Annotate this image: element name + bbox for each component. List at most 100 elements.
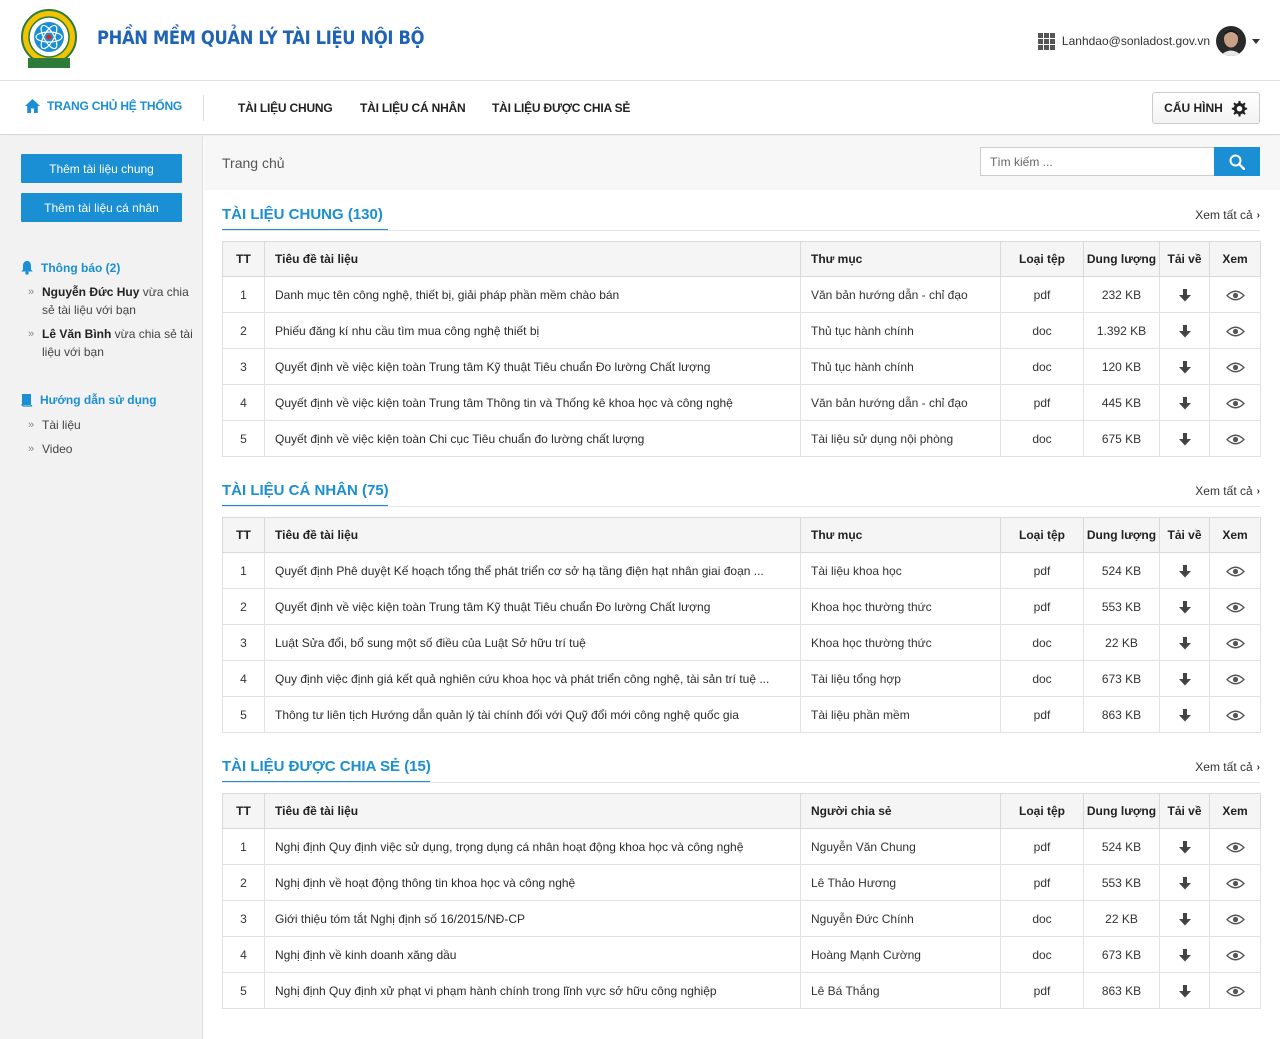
doc-title[interactable]: Quy định việc định giá kết quả nghiên cứ… (264, 660, 801, 697)
eye-icon[interactable] (1225, 362, 1245, 373)
download-icon[interactable] (1178, 396, 1191, 410)
eye-icon[interactable] (1225, 710, 1245, 721)
eye-icon[interactable] (1225, 674, 1245, 685)
doc-title[interactable]: Giới thiệu tóm tắt Nghị định số 16/2015/… (264, 900, 801, 937)
download-cell[interactable] (1159, 864, 1210, 901)
doc-title[interactable]: Thông tư liên tịch Hướng dẫn quản lý tài… (264, 696, 801, 733)
download-cell[interactable] (1159, 972, 1210, 1009)
search-button[interactable] (1214, 147, 1260, 176)
download-icon[interactable] (1178, 564, 1191, 578)
view-cell[interactable] (1209, 864, 1261, 901)
see-all-link[interactable]: Xem tất cả › (1195, 484, 1260, 498)
user-menu[interactable]: Lanhdao@sonladost.gov.vn (1037, 25, 1260, 57)
notification-item[interactable]: » Nguyễn Đức Huy vừa chia sẻ tài liệu vớ… (28, 283, 193, 319)
view-cell[interactable] (1209, 936, 1261, 973)
download-icon[interactable] (1178, 324, 1191, 338)
download-icon[interactable] (1178, 984, 1191, 998)
download-icon[interactable] (1178, 672, 1191, 686)
doc-title[interactable]: Quyết định về việc kiện toàn Chi cục Tiê… (264, 420, 801, 457)
view-cell[interactable] (1209, 696, 1261, 733)
config-button[interactable]: CẤU HÌNH (1152, 92, 1260, 124)
view-cell[interactable] (1209, 972, 1261, 1009)
view-cell[interactable] (1209, 384, 1261, 421)
nav-item-tai-lieu-ca-nhan[interactable]: TÀI LIỆU CÁ NHÂN (360, 101, 466, 115)
eye-icon[interactable] (1225, 914, 1245, 925)
doc-title[interactable]: Nghị định về hoạt động thông tin khoa họ… (264, 864, 801, 901)
guide-item-tai-lieu[interactable]: » Tài liệu (28, 416, 193, 434)
avatar[interactable] (1216, 26, 1246, 56)
doc-title[interactable]: Nghị định về kinh doanh xăng dầu (264, 936, 801, 973)
doc-title[interactable]: Luật Sửa đổi, bổ sung một số điều của Lu… (264, 624, 801, 661)
doc-title[interactable]: Phiếu đăng kí nhu cầu tìm mua công nghệ … (264, 312, 801, 349)
doc-title[interactable]: Quyết định Phê duyệt Kế hoạch tổng thể p… (264, 552, 801, 589)
view-cell[interactable] (1209, 312, 1261, 349)
download-cell[interactable] (1159, 624, 1210, 661)
download-cell[interactable] (1159, 348, 1210, 385)
view-cell[interactable] (1209, 276, 1261, 313)
download-cell[interactable] (1159, 936, 1210, 973)
nav-item-tai-lieu-chia-se[interactable]: TÀI LIỆU ĐƯỢC CHIA SẺ (492, 101, 630, 115)
eye-icon[interactable] (1225, 398, 1245, 409)
download-icon[interactable] (1178, 288, 1191, 302)
see-all-link[interactable]: Xem tất cả › (1195, 208, 1260, 222)
doc-title[interactable]: Quyết định về việc kiện toàn Trung tâm K… (264, 348, 801, 385)
notification-item[interactable]: » Lê Văn Bình vừa chia sẻ tài liệu với b… (28, 325, 193, 361)
guide-item-video[interactable]: » Video (28, 440, 193, 458)
download-icon[interactable] (1178, 432, 1191, 446)
doc-title[interactable]: Danh mục tên công nghệ, thiết bị, giải p… (264, 276, 801, 313)
download-cell[interactable] (1159, 552, 1210, 589)
download-cell[interactable] (1159, 384, 1210, 421)
eye-icon[interactable] (1225, 290, 1245, 301)
notifications-heading[interactable]: Thông báo (2) (20, 260, 120, 275)
download-icon[interactable] (1178, 360, 1191, 374)
download-icon[interactable] (1178, 708, 1191, 722)
add-common-doc-button[interactable]: Thêm tài liệu chung (21, 154, 182, 183)
caret-down-icon[interactable] (1252, 38, 1260, 44)
see-all-link[interactable]: Xem tất cả › (1195, 760, 1260, 774)
download-icon[interactable] (1178, 600, 1191, 614)
eye-icon[interactable] (1225, 638, 1245, 649)
view-cell[interactable] (1209, 828, 1261, 865)
download-cell[interactable] (1159, 588, 1210, 625)
download-cell[interactable] (1159, 312, 1210, 349)
download-icon[interactable] (1178, 948, 1191, 962)
download-cell[interactable] (1159, 276, 1210, 313)
download-cell[interactable] (1159, 696, 1210, 733)
guide-heading[interactable]: Hướng dẫn sử dụng (20, 393, 157, 407)
download-icon[interactable] (1178, 912, 1191, 926)
logo[interactable] (20, 8, 78, 70)
download-icon[interactable] (1178, 876, 1191, 890)
view-cell[interactable] (1209, 348, 1261, 385)
eye-icon[interactable] (1225, 566, 1245, 577)
download-cell[interactable] (1159, 900, 1210, 937)
view-cell[interactable] (1209, 624, 1261, 661)
apps-grid-icon[interactable] (1037, 32, 1055, 50)
doc-title[interactable]: Quyết định về việc kiện toàn Trung tâm T… (264, 384, 801, 421)
download-cell[interactable] (1159, 828, 1210, 865)
view-cell[interactable] (1209, 552, 1261, 589)
eye-icon[interactable] (1225, 602, 1245, 613)
eye-icon[interactable] (1225, 326, 1245, 337)
eye-icon[interactable] (1225, 986, 1245, 997)
nav-item-tai-lieu-chung[interactable]: TÀI LIỆU CHUNG (238, 101, 333, 115)
user-email[interactable]: Lanhdao@sonladost.gov.vn (1062, 34, 1210, 48)
download-cell[interactable] (1159, 660, 1210, 697)
eye-icon[interactable] (1225, 434, 1245, 445)
eye-icon[interactable] (1225, 878, 1245, 889)
breadcrumb[interactable]: Trang chủ (222, 155, 285, 171)
view-cell[interactable] (1209, 900, 1261, 937)
doc-title[interactable]: Nghị định Quy định việc sử dụng, trọng d… (264, 828, 801, 865)
view-cell[interactable] (1209, 660, 1261, 697)
download-icon[interactable] (1178, 840, 1191, 854)
nav-home[interactable]: TRANG CHỦ HỆ THỐNG (24, 98, 182, 114)
eye-icon[interactable] (1225, 950, 1245, 961)
download-icon[interactable] (1178, 636, 1191, 650)
search-input[interactable] (981, 148, 1216, 175)
view-cell[interactable] (1209, 588, 1261, 625)
download-cell[interactable] (1159, 420, 1210, 457)
add-personal-doc-button[interactable]: Thêm tài liệu cá nhân (21, 193, 182, 222)
view-cell[interactable] (1209, 420, 1261, 457)
doc-title[interactable]: Quyết định về việc kiện toàn Trung tâm K… (264, 588, 801, 625)
eye-icon[interactable] (1225, 842, 1245, 853)
doc-title[interactable]: Nghị định Quy định xử phạt vi phạm hành … (264, 972, 801, 1009)
